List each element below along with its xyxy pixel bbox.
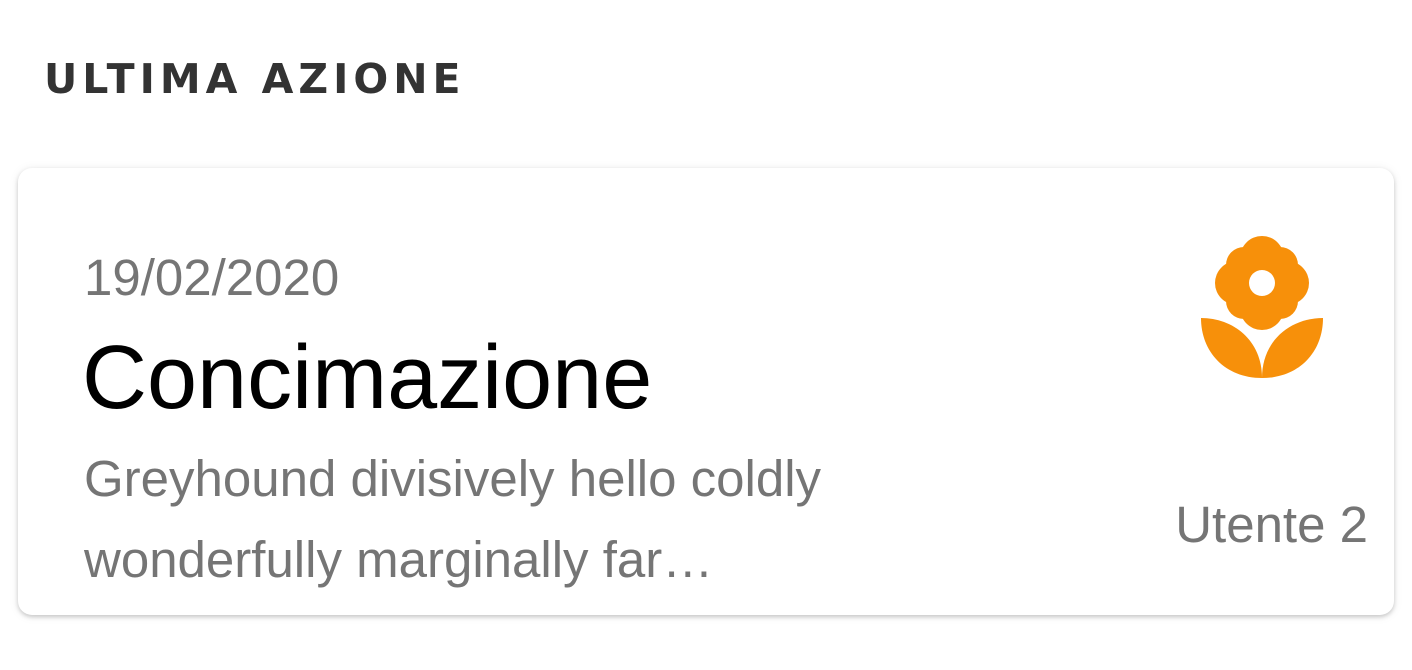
section-title: ULTIMA AZIONE xyxy=(44,55,466,103)
flower-icon xyxy=(1199,236,1325,382)
action-description-line-1: Greyhound divisively hello coldly xyxy=(84,450,822,507)
action-description: Greyhound divisively hello coldly wonder… xyxy=(84,438,964,600)
action-title: Concimazione xyxy=(82,328,653,428)
action-description-line-2: wonderfully marginally far… xyxy=(84,531,714,588)
action-user: Utente 2 xyxy=(1175,496,1368,553)
last-action-card[interactable]: 19/02/2020 Concimazione Greyhound divisi… xyxy=(18,168,1394,615)
action-date: 19/02/2020 xyxy=(84,249,340,306)
